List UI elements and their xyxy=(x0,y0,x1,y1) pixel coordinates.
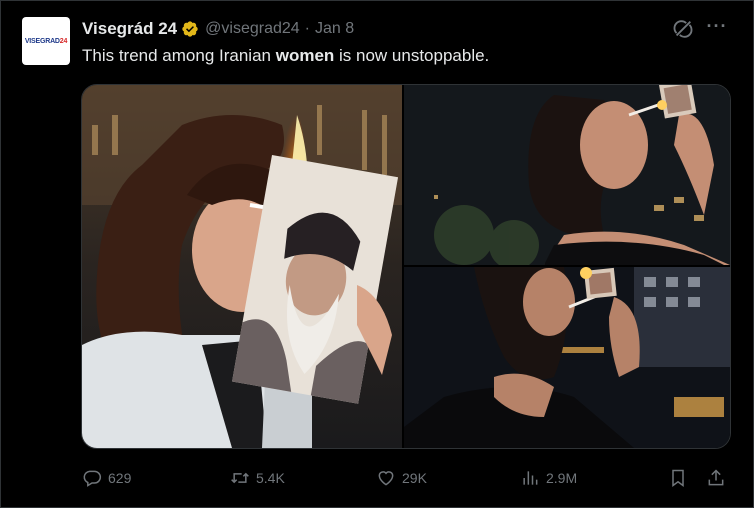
display-name[interactable]: Visegrád 24 xyxy=(82,19,177,39)
action-bar: 629 5.4K 29K 2.9M xyxy=(82,466,732,490)
views-chart-icon xyxy=(523,471,538,485)
tweet-text: This trend among Iranian women is now un… xyxy=(82,46,489,66)
share-button[interactable] xyxy=(706,466,726,490)
like-button[interactable]: 29K xyxy=(376,466,427,490)
media-grid xyxy=(81,84,731,449)
avatar[interactable]: VISEGRAD24 xyxy=(22,17,70,65)
retweet-button[interactable]: 5.4K xyxy=(230,466,285,490)
like-count: 29K xyxy=(402,470,427,486)
views-button[interactable]: 2.9M xyxy=(520,466,577,490)
tweet-text-end: is now unstoppable. xyxy=(334,46,490,65)
tweet-header: Visegrád 24 @visegrad24 · Jan 8 xyxy=(82,18,354,40)
grok-icon[interactable] xyxy=(672,18,694,40)
retweet-count: 5.4K xyxy=(256,470,285,486)
verified-badge-icon[interactable] xyxy=(181,20,199,38)
tweet-text-start: This trend among Iranian xyxy=(82,46,276,65)
reply-button[interactable]: 629 xyxy=(82,466,131,490)
media-image-2[interactable] xyxy=(404,85,730,265)
reply-count: 629 xyxy=(108,470,132,486)
share-icon xyxy=(708,469,724,486)
handle[interactable]: @visegrad24 xyxy=(205,20,300,38)
heart-icon xyxy=(378,471,394,486)
bookmark-button[interactable] xyxy=(668,466,688,490)
separator-dot: · xyxy=(304,20,310,37)
avatar-logo-prefix: VISEGRAD xyxy=(24,37,60,45)
views-count: 2.9M xyxy=(546,470,578,486)
retweet-icon xyxy=(231,472,249,484)
media-image-3[interactable] xyxy=(404,267,730,448)
media-image-1[interactable] xyxy=(82,85,402,448)
avatar-logo-suffix: 24 xyxy=(59,37,68,45)
reply-icon xyxy=(83,470,102,487)
bookmark-icon xyxy=(672,469,684,487)
more-icon[interactable]: ··· xyxy=(704,16,730,40)
avatar-logo-text: VISEGRAD24 xyxy=(24,37,68,45)
tweet-text-bold: women xyxy=(275,46,335,65)
tweet-date[interactable]: Jan 8 xyxy=(315,20,354,38)
